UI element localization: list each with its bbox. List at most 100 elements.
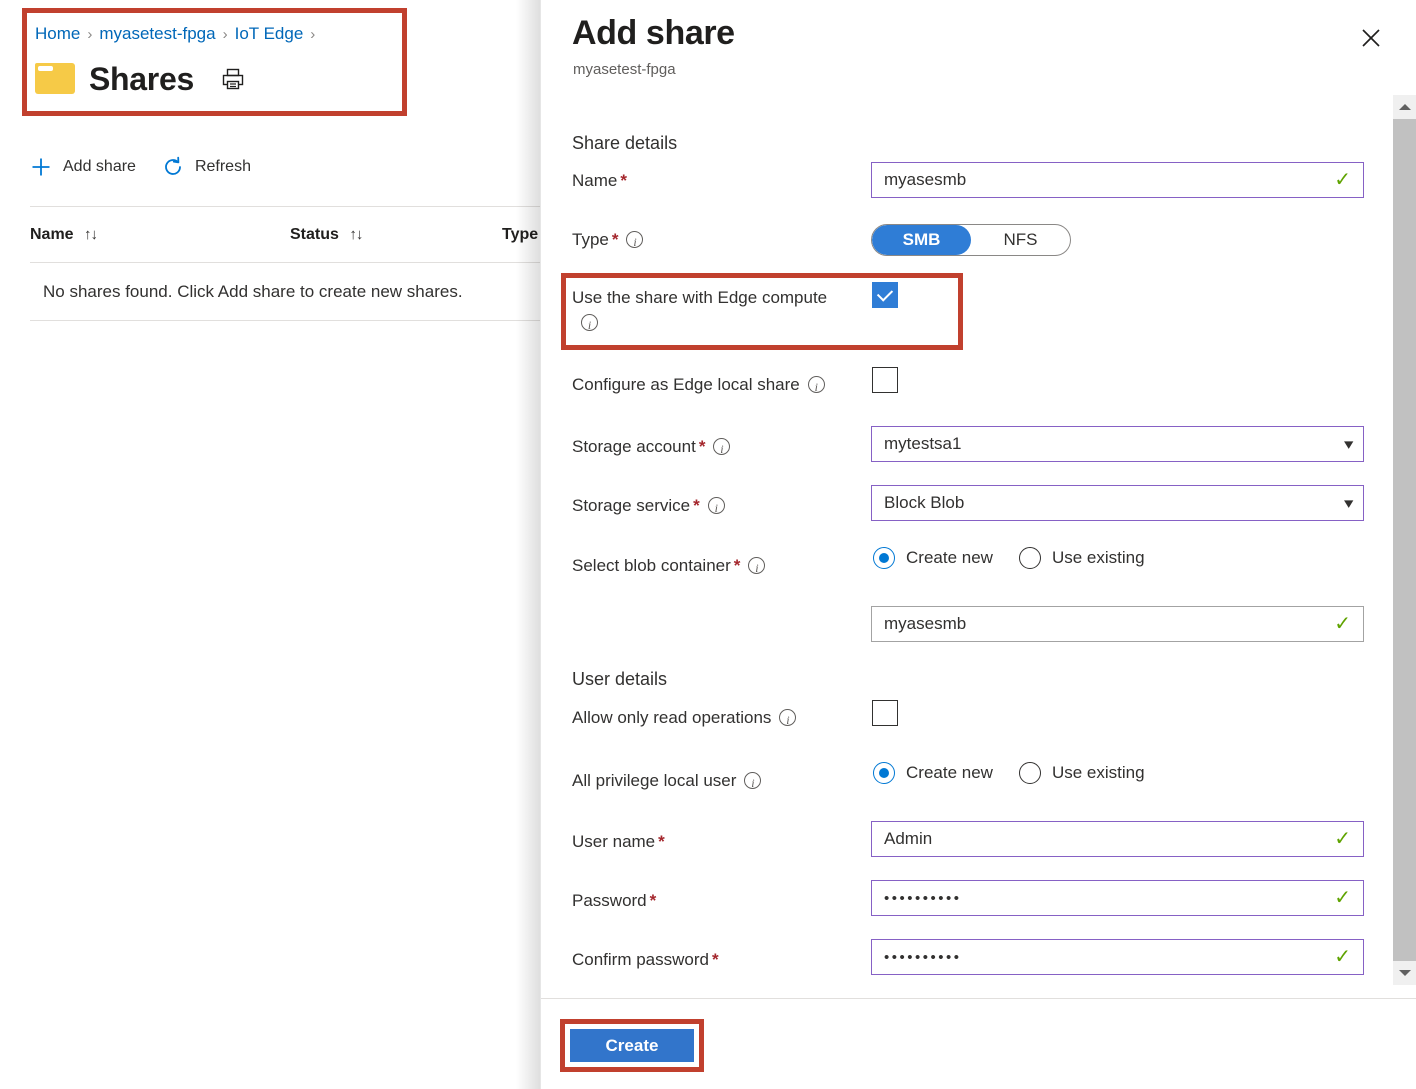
info-icon[interactable]: [779, 709, 796, 726]
table-header-row: Name ↑↓ Status ↑↓ Type: [30, 207, 540, 262]
required-marker: *: [712, 950, 719, 969]
breadcrumb-header-highlight: Home›myasetest-fpga›IoT Edge› Shares: [22, 8, 407, 116]
radio-dot-icon: [1019, 547, 1041, 569]
info-icon[interactable]: [581, 314, 598, 331]
breadcrumb-separator-icon: ›: [223, 26, 228, 43]
field-label-local-user: All privilege local user: [572, 769, 761, 793]
shares-table: Name ↑↓ Status ↑↓ Type No shares found. …: [30, 206, 540, 321]
panel-scrollbar[interactable]: [1393, 95, 1416, 985]
breadcrumb-separator-icon: ›: [310, 26, 315, 43]
radio-dot-icon: [1019, 762, 1041, 784]
type-option-smb[interactable]: SMB: [872, 225, 971, 255]
printer-icon[interactable]: [220, 66, 246, 92]
valid-check-icon: ✓: [1334, 829, 1351, 849]
read-only-checkbox[interactable]: [872, 700, 898, 726]
page-title: Shares: [89, 61, 194, 97]
panel-shadow: [516, 0, 540, 1089]
local-user-radio-create-new[interactable]: Create new: [873, 762, 993, 784]
section-title-user-details: User details: [572, 669, 667, 690]
sort-icon[interactable]: ↑↓: [84, 226, 97, 243]
field-label-type-text: Type: [572, 230, 609, 249]
storage-service-value: Block Blob: [884, 493, 1345, 513]
info-icon[interactable]: [713, 438, 730, 455]
info-icon[interactable]: [808, 376, 825, 393]
user-name-input[interactable]: Admin ✓: [871, 821, 1364, 857]
refresh-button[interactable]: Refresh: [162, 156, 251, 178]
field-label-confirm-password-text: Confirm password: [572, 950, 709, 969]
breadcrumb-item-iot-edge[interactable]: IoT Edge: [235, 24, 304, 43]
field-label-storage-service-text: Storage service: [572, 496, 690, 515]
breadcrumb-item-home[interactable]: Home: [35, 24, 80, 43]
valid-check-icon: ✓: [1334, 947, 1351, 967]
required-marker: *: [693, 496, 700, 515]
field-label-blob-container-text: Select blob container: [572, 556, 731, 575]
edge-local-checkbox[interactable]: [872, 367, 898, 393]
field-label-local-user-text: All privilege local user: [572, 771, 736, 790]
column-header-name-label: Name: [30, 226, 74, 243]
folder-icon: [35, 63, 75, 95]
storage-account-value: mytestsa1: [884, 434, 1345, 454]
blob-container-name-input[interactable]: myasesmb ✓: [871, 606, 1364, 642]
blob-container-radio-group: Create new Use existing: [873, 547, 1145, 569]
panel-form: Share details Name* myasesmb ✓ Type* SMB…: [541, 95, 1393, 998]
field-label-type: Type*: [572, 228, 643, 252]
scroll-up-arrow-icon[interactable]: [1393, 95, 1416, 119]
field-label-storage-service: Storage service*: [572, 494, 725, 518]
storage-service-dropdown[interactable]: Block Blob ▾: [871, 485, 1364, 521]
user-name-value: Admin: [884, 829, 1326, 849]
info-icon[interactable]: [708, 497, 725, 514]
sort-icon[interactable]: ↑↓: [349, 226, 362, 243]
field-label-edge-local: Configure as Edge local share: [572, 373, 825, 397]
close-icon[interactable]: [1353, 20, 1389, 56]
valid-check-icon: ✓: [1334, 614, 1351, 634]
info-icon[interactable]: [626, 231, 643, 248]
type-option-nfs[interactable]: NFS: [971, 225, 1070, 255]
info-icon[interactable]: [744, 772, 761, 789]
blob-container-radio-create-new[interactable]: Create new: [873, 547, 993, 569]
column-header-name[interactable]: Name ↑↓: [30, 226, 290, 244]
edge-compute-checkbox[interactable]: [872, 282, 898, 308]
field-label-storage-account: Storage account*: [572, 435, 730, 459]
chevron-down-icon: ▾: [1345, 435, 1354, 453]
panel-header: Add share myasetest-fpga: [541, 0, 1416, 92]
field-label-read-only: Allow only read operations: [572, 706, 796, 730]
required-marker: *: [650, 891, 657, 910]
command-bar: Add share Refresh: [30, 145, 251, 189]
password-input[interactable]: •••••••••• ✓: [871, 880, 1364, 916]
storage-account-dropdown[interactable]: mytestsa1 ▾: [871, 426, 1364, 462]
local-user-radio-use-existing-label: Use existing: [1052, 763, 1145, 783]
field-label-password-text: Password: [572, 891, 647, 910]
local-user-radio-group: Create new Use existing: [873, 762, 1145, 784]
table-bottom-divider: [30, 320, 540, 321]
required-marker: *: [734, 556, 741, 575]
field-label-user-name: User name*: [572, 830, 665, 854]
shares-page: Home›myasetest-fpga›IoT Edge› Shares: [0, 0, 540, 1089]
field-label-edge-compute: Use the share with Edge compute: [572, 286, 872, 335]
section-title-share-details: Share details: [572, 133, 677, 154]
scroll-down-arrow-icon[interactable]: [1393, 961, 1416, 985]
add-share-button[interactable]: Add share: [30, 156, 136, 178]
local-user-radio-use-existing[interactable]: Use existing: [1019, 762, 1145, 784]
page-title-row: Shares: [35, 61, 246, 97]
name-input[interactable]: myasesmb ✓: [871, 162, 1364, 198]
create-button[interactable]: Create: [570, 1029, 694, 1062]
breadcrumb-item-resource[interactable]: myasetest-fpga: [99, 24, 215, 43]
chevron-down-icon: ▾: [1345, 494, 1354, 512]
field-label-read-only-text: Allow only read operations: [572, 708, 771, 727]
column-header-status[interactable]: Status ↑↓: [290, 226, 502, 244]
radio-dot-icon: [873, 762, 895, 784]
password-value: ••••••••••: [884, 890, 1326, 907]
info-icon[interactable]: [748, 557, 765, 574]
required-marker: *: [620, 171, 627, 190]
confirm-password-input[interactable]: •••••••••• ✓: [871, 939, 1364, 975]
required-marker: *: [699, 437, 706, 456]
valid-check-icon: ✓: [1334, 888, 1351, 908]
column-header-status-label: Status: [290, 226, 339, 243]
name-input-value: myasesmb: [884, 170, 1326, 190]
blob-container-radio-use-existing[interactable]: Use existing: [1019, 547, 1145, 569]
refresh-label: Refresh: [195, 158, 251, 176]
scrollbar-thumb[interactable]: [1393, 119, 1416, 961]
breadcrumb: Home›myasetest-fpga›IoT Edge›: [35, 21, 322, 48]
add-share-label: Add share: [63, 158, 136, 176]
type-toggle[interactable]: SMB NFS: [871, 224, 1071, 256]
